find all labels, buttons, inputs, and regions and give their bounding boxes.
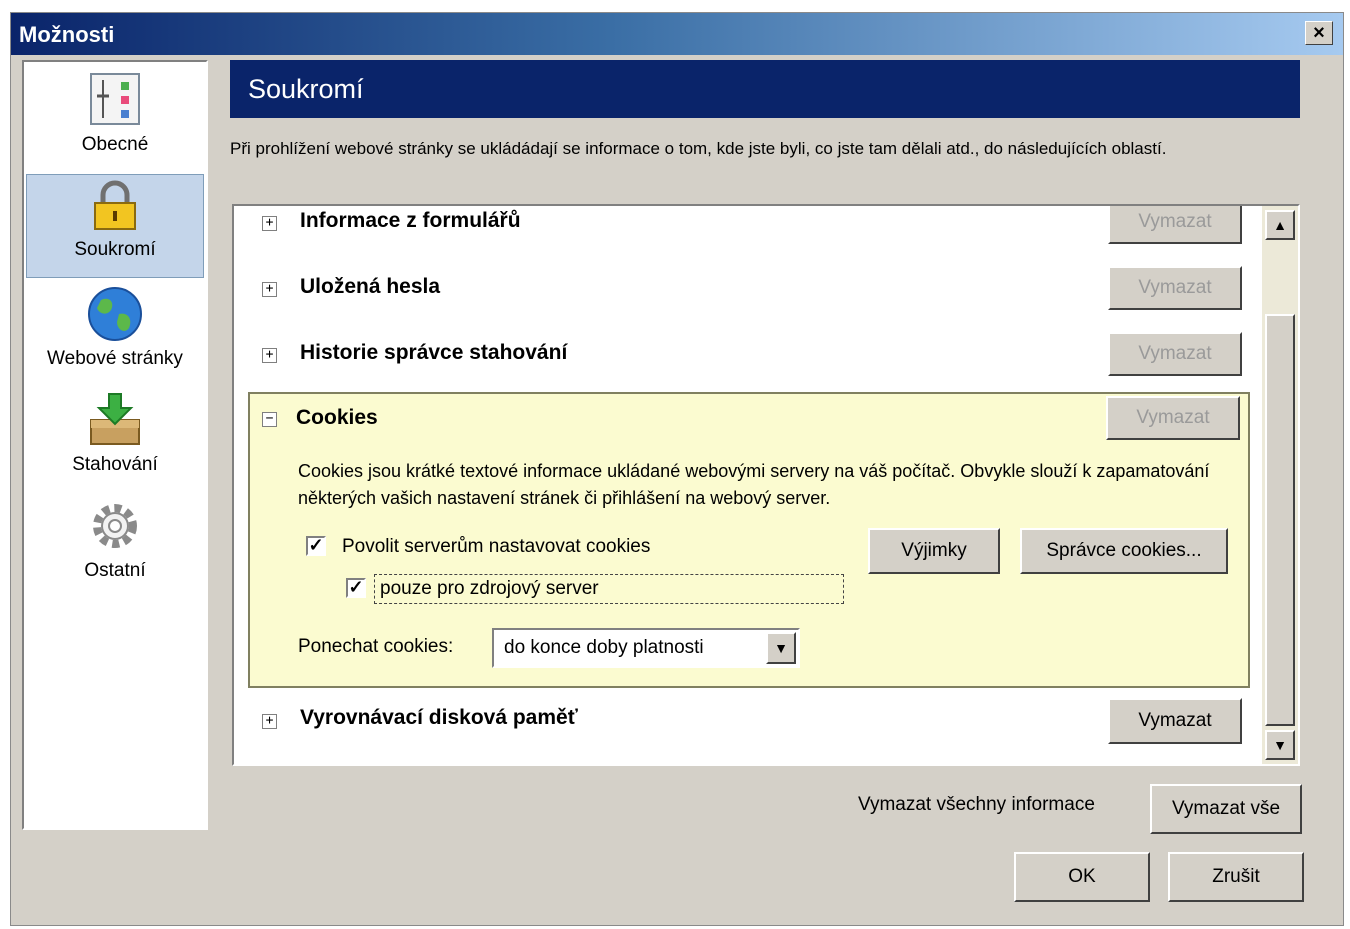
expand-cache-toggle[interactable]: +	[262, 714, 277, 729]
sidebar-item-label: Obecné	[81, 134, 149, 155]
sidebar-item-label: Webové stránky	[47, 348, 183, 369]
allow-cookies-checkbox[interactable]: ✓	[306, 536, 326, 556]
expand-forms-toggle[interactable]: +	[262, 216, 277, 231]
scroll-thumb[interactable]	[1265, 314, 1295, 726]
window-title: Možnosti	[19, 22, 115, 47]
expand-download-history-toggle[interactable]: +	[262, 348, 277, 363]
list-item-cache: + Vyrovnávací disková paměť Vymazat	[244, 698, 1254, 762]
sidebar-item-privacy[interactable]: Soukromí	[26, 174, 204, 278]
list-item-forms: + Informace z formulářů Vymazat	[244, 206, 1254, 266]
sidebar-item-other[interactable]: Ostatní	[26, 496, 204, 600]
allow-cookies-label: Povolit serverům nastavovat cookies	[342, 536, 651, 557]
close-button[interactable]: ×	[1305, 21, 1333, 45]
clear-cookies-button[interactable]: Vymazat	[1106, 396, 1240, 440]
privacy-description: Při prohlížení webové stránky se ukládád…	[230, 139, 1167, 158]
lock-icon	[94, 180, 136, 230]
passwords-title: Uložená hesla	[300, 275, 441, 298]
privacy-list: + Informace z formulářů Vymazat + Uložen…	[232, 204, 1300, 766]
keep-cookies-value: do konce doby platnosti	[504, 637, 704, 658]
globe-icon	[88, 287, 142, 341]
keep-cookies-label: Ponechat cookies:	[298, 636, 454, 657]
clear-all-button[interactable]: Vymazat vše	[1150, 784, 1302, 834]
scroll-up-button[interactable]: ▲	[1265, 210, 1295, 240]
clear-forms-button[interactable]: Vymazat	[1108, 206, 1242, 244]
page-title: Soukromí	[230, 60, 1300, 118]
gear-icon	[93, 504, 137, 548]
list-scrollbar[interactable]: ▲ ▼	[1262, 206, 1298, 764]
keep-cookies-select[interactable]: do konce doby platnosti ▼	[492, 628, 800, 668]
list-item-download-history: + Historie správce stahování Vymazat	[244, 332, 1254, 396]
general-settings-icon	[90, 73, 140, 125]
expand-passwords-toggle[interactable]: +	[262, 282, 277, 297]
sidebar-item-label: Ostatní	[84, 560, 146, 581]
cookies-panel: − Cookies Vymazat Cookies jsou krátké te…	[248, 392, 1250, 688]
clear-passwords-button[interactable]: Vymazat	[1108, 266, 1242, 310]
exceptions-button[interactable]: Výjimky	[868, 528, 1000, 574]
cancel-button[interactable]: Zrušit	[1168, 852, 1304, 902]
ok-button[interactable]: OK	[1014, 852, 1150, 902]
sidebar-item-label: Stahování	[72, 454, 158, 475]
origin-only-label: pouze pro zdrojový server	[380, 578, 599, 599]
cookies-description: Cookies jsou krátké textové informace uk…	[298, 461, 1210, 508]
clear-cache-button[interactable]: Vymazat	[1108, 698, 1242, 744]
cookie-manager-button[interactable]: Správce cookies...	[1020, 528, 1228, 574]
sidebar-item-websites[interactable]: Webové stránky	[26, 284, 204, 388]
list-item-passwords: + Uložená hesla Vymazat	[244, 266, 1254, 330]
download-history-title: Historie správce stahování	[300, 341, 568, 364]
origin-only-checkbox[interactable]: ✓	[346, 578, 366, 598]
cache-title: Vyrovnávací disková paměť	[300, 706, 578, 729]
title-bar[interactable]: Možnosti ×	[11, 13, 1343, 55]
scroll-down-button[interactable]: ▼	[1265, 730, 1295, 760]
clear-all-label: Vymazat všechny informace	[858, 794, 1095, 815]
category-sidebar: Obecné Soukromí Webové stránky Stahování	[22, 60, 208, 830]
sidebar-item-label: Soukromí	[74, 239, 156, 260]
sidebar-item-downloads[interactable]: Stahování	[26, 390, 204, 494]
forms-title: Informace z formulářů	[300, 209, 521, 232]
collapse-cookies-toggle[interactable]: −	[262, 412, 277, 427]
download-box-icon	[90, 393, 140, 445]
chevron-down-icon[interactable]: ▼	[766, 632, 796, 664]
clear-download-history-button[interactable]: Vymazat	[1108, 332, 1242, 376]
sidebar-item-general[interactable]: Obecné	[26, 70, 204, 174]
cookies-title: Cookies	[296, 406, 378, 429]
